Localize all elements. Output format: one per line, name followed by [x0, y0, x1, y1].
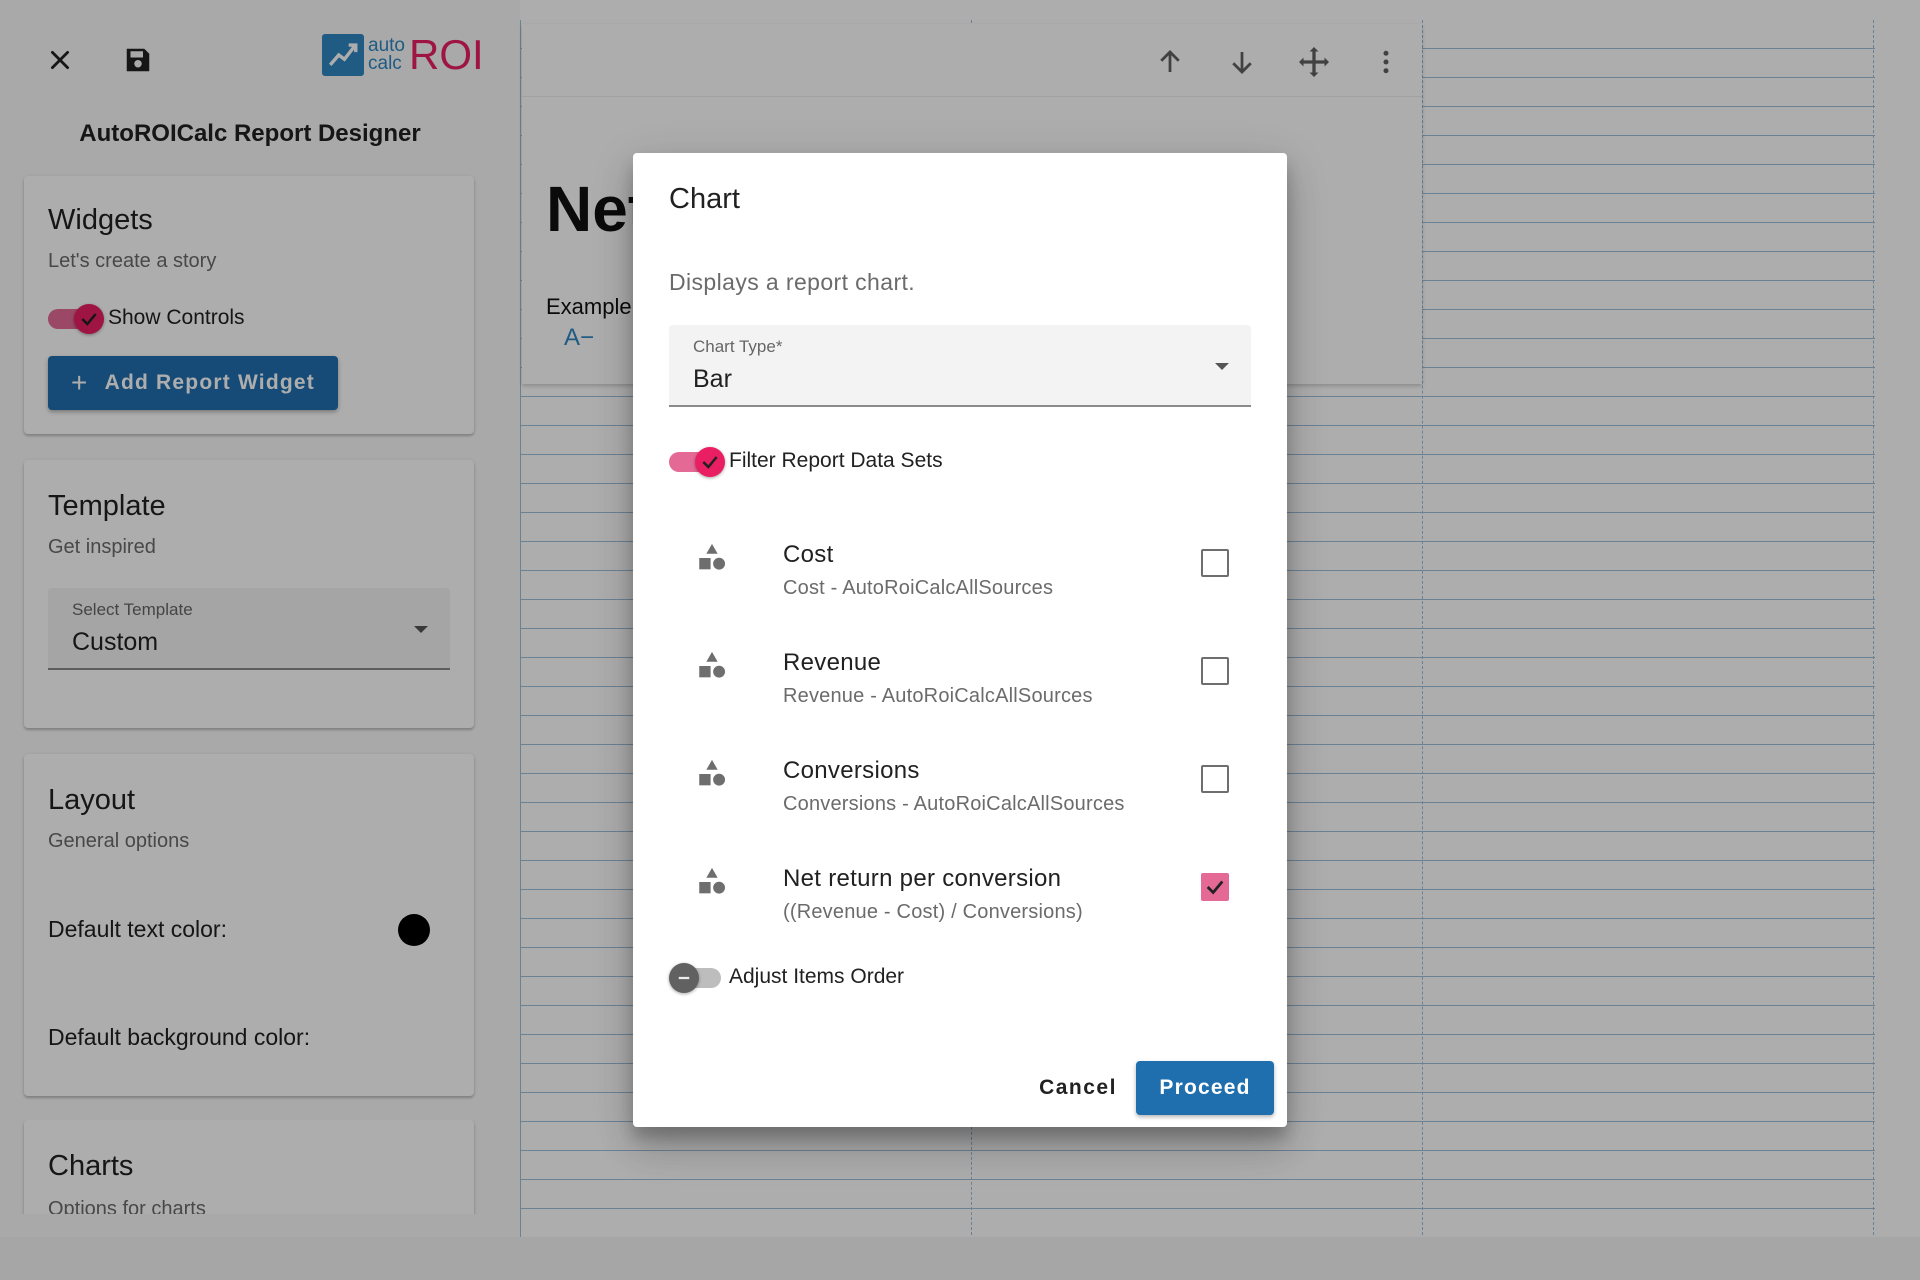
chart-type-dropdown[interactable]: Chart Type* Bar: [669, 325, 1251, 407]
shapes-icon: [699, 867, 726, 894]
dataset-name: Cost: [783, 541, 834, 568]
dataset-source: Cost - AutoRoiCalcAllSources: [783, 577, 1054, 599]
dataset-source: ((Revenue - Cost) / Conversions): [783, 901, 1083, 923]
dataset-checkbox-net-return[interactable]: [1201, 873, 1229, 901]
dataset-name: Revenue: [783, 649, 882, 676]
check-icon: [1206, 880, 1224, 895]
dataset-item-conversions[interactable]: Conversions Conversions - AutoRoiCalcAll…: [669, 749, 1251, 845]
minus-icon: [669, 963, 699, 993]
chart-type-label: Chart Type*: [693, 337, 783, 356]
dataset-name: Conversions: [783, 757, 920, 784]
check-icon: [695, 447, 725, 477]
adjust-items-order-toggle[interactable]: [669, 963, 725, 993]
chevron-down-icon: [1215, 363, 1229, 370]
dataset-source: Conversions - AutoRoiCalcAllSources: [783, 793, 1125, 815]
dataset-checkbox-conversions[interactable]: [1201, 765, 1229, 793]
filter-datasets-label: Filter Report Data Sets: [729, 449, 943, 472]
dataset-name: Net return per conversion: [783, 865, 1062, 892]
dataset-checkbox-revenue[interactable]: [1201, 657, 1229, 685]
dataset-item-revenue[interactable]: Revenue Revenue - AutoRoiCalcAllSources: [669, 641, 1251, 737]
chart-type-value: Bar: [693, 365, 732, 393]
shapes-icon: [699, 543, 726, 570]
dataset-source: Revenue - AutoRoiCalcAllSources: [783, 685, 1093, 707]
dataset-item-net-return[interactable]: Net return per conversion ((Revenue - Co…: [669, 857, 1251, 953]
cancel-button[interactable]: Cancel: [1023, 1061, 1133, 1115]
shapes-icon: [699, 651, 726, 678]
chart-dialog: Chart Displays a report chart. Chart Typ…: [633, 153, 1287, 1127]
dataset-checkbox-cost[interactable]: [1201, 549, 1229, 577]
proceed-button[interactable]: Proceed: [1136, 1061, 1274, 1115]
dialog-title: Chart: [669, 183, 740, 215]
dialog-description: Displays a report chart.: [669, 269, 916, 295]
shapes-icon: [699, 759, 726, 786]
report-designer-app: auto calc ROI AutoROICalc Report Designe…: [0, 0, 1920, 1280]
dataset-item-cost[interactable]: Cost Cost - AutoRoiCalcAllSources: [669, 533, 1251, 629]
filter-datasets-toggle[interactable]: [669, 447, 725, 477]
adjust-items-order-label: Adjust Items Order: [729, 965, 905, 988]
